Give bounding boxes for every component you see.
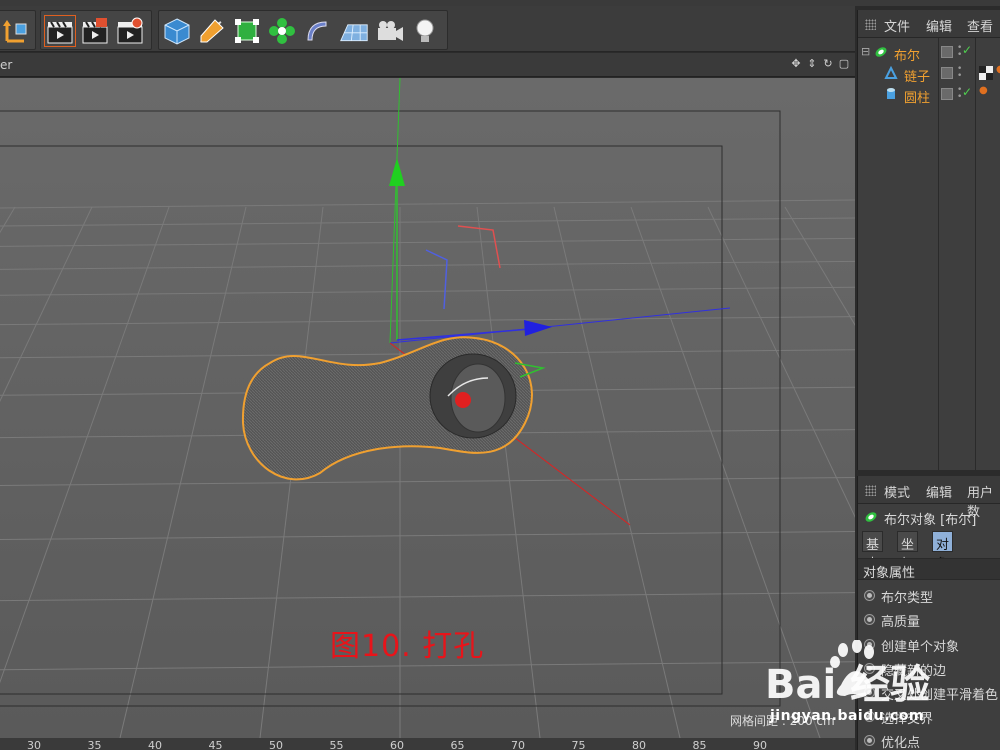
animation-radio-icon[interactable] [864,590,875,601]
axis-icon [3,20,27,43]
add-generator-button[interactable] [231,15,263,47]
move-view-icon[interactable]: ✥ [789,57,803,71]
attribute-title: 布尔对象 [布尔] [884,513,977,528]
main-toolbar [0,6,855,52]
enabled-check-icon[interactable]: ✓ [962,43,972,57]
tab-object[interactable]: 对象 [932,531,954,572]
layer-toggle[interactable] [941,46,953,58]
render-view-button[interactable] [44,15,76,47]
am-menu-edit[interactable]: 编辑 [926,482,952,501]
watermark-brand: Bai 经验 [765,662,930,708]
subdivision-icon [235,19,259,43]
clapboard-icon [47,21,73,44]
ruler-tick-label: 75 [571,739,586,750]
add-camera-button[interactable] [374,15,406,47]
panel-grip-icon[interactable] [865,485,876,496]
cube-icon [164,18,190,45]
section-title: 对象属性 [863,566,916,581]
cylinder-icon [887,88,895,99]
add-floor-button[interactable] [336,15,372,47]
deformer-icon [307,21,327,41]
object-manager: 文件 编辑 查看 ⊟ 布尔 •• ✓ 链子 •• ● 圆柱 •• ✓ ● [857,10,1000,470]
tab-basic[interactable]: 基本 [862,531,884,572]
viewport-header: er ✥ ⇕ ↻ ▢ [0,53,855,77]
ruler-tick-label: 35 [87,739,102,750]
add-cube-button[interactable] [161,15,193,47]
property-boole-type[interactable]: 布尔类型 [864,585,1000,607]
ruler-tick-label: 90 [753,739,767,750]
boole-icon [875,47,887,57]
ruler-tick-label: 55 [329,739,344,750]
visibility-dots[interactable]: • • [957,65,962,81]
panel-grip-icon[interactable] [865,19,876,30]
collapse-icon[interactable]: ⊟ [861,45,870,58]
object-row-cylinder[interactable]: 圆柱 • • ✓ ● [858,84,1000,106]
checker-tag-icon[interactable] [979,66,993,80]
add-mograph-button[interactable] [266,15,298,47]
object-name[interactable]: 圆柱 [904,87,930,106]
om-menu-view[interactable]: 查看 [967,16,993,35]
pen-icon [200,19,224,43]
sweep-icon [884,66,898,79]
material-tag-icon[interactable]: ● [979,85,988,96]
clapboard-icon [82,18,108,44]
attribute-manager-menu: 模式 编辑 用户数 [858,476,1000,520]
watermark-url: jingyan.baidu.com [770,708,925,724]
ruler-tick-label: 80 [632,739,646,750]
am-menu-mode[interactable]: 模式 [884,482,910,501]
ruler-tick-label: 60 [390,739,404,750]
toggle-view-icon[interactable]: ▢ [837,57,851,71]
clapboard-gear-icon [117,17,143,44]
layer-toggle[interactable] [941,67,953,79]
toolbar-group-objects [158,10,448,50]
animation-radio-icon[interactable] [864,614,875,625]
render-picture-viewer-button[interactable] [79,15,111,47]
light-bulb-icon [416,19,434,42]
enabled-check-icon[interactable]: ✓ [962,85,972,99]
ruler-tick-label: 45 [208,739,223,750]
om-menu-edit[interactable]: 编辑 [926,16,952,35]
coordinate-system-button[interactable] [1,15,33,47]
rotate-view-icon[interactable]: ↻ [821,57,835,71]
material-tag-icon[interactable]: ● [996,64,1000,75]
ruler-tick-label: 65 [450,739,465,750]
property-optimize-points[interactable]: 优化点 [864,730,1000,750]
zoom-view-icon[interactable]: ⇕ [805,57,819,71]
floor-grid-icon [340,24,368,42]
animation-radio-icon[interactable] [864,735,875,746]
ruler-tick-label: 50 [269,739,283,750]
viewport-label: er [0,58,13,72]
camera-icon [378,21,403,41]
ruler-tick-label: 30 [27,739,41,750]
ruler-tick-label: 85 [692,739,707,750]
figure-caption: 图10. 打孔 [330,629,485,664]
toolbar-group-coords [0,10,36,50]
om-menu-file[interactable]: 文件 [884,16,910,35]
object-name[interactable]: 链子 [904,66,930,85]
viewport-navigation: ✥ ⇕ ↻ ▢ [789,57,851,71]
ruler-tick-label: 70 [511,739,525,750]
add-deformer-button[interactable] [301,15,333,47]
object-manager-menu: 文件 编辑 查看 [858,10,1000,38]
add-light-button[interactable] [409,15,441,47]
layer-toggle[interactable] [941,88,953,100]
flower-icon [269,18,295,44]
add-spline-button[interactable] [196,15,228,47]
3d-viewport[interactable]: 图10. 打孔 网格间距 : 200 cm [0,78,855,738]
gizmo-origin-icon[interactable] [455,392,471,408]
object-row-boole[interactable]: ⊟ 布尔 • • ✓ [858,42,1000,64]
property-high-quality[interactable]: 高质量 [864,609,1000,631]
attribute-section-header: 对象属性 [858,558,1000,581]
ruler-tick-label: 40 [148,739,162,750]
render-settings-button[interactable] [114,15,146,47]
timeline-ruler[interactable]: 30 35 40 45 50 55 60 65 70 75 80 85 90 [0,738,855,750]
toolbar-group-render [40,10,152,50]
tab-coordinates[interactable]: 坐标 [897,531,919,572]
object-name[interactable]: 布尔 [894,45,920,64]
boole-icon [865,512,877,522]
object-row-chain[interactable]: 链子 •• ● [858,63,1000,85]
